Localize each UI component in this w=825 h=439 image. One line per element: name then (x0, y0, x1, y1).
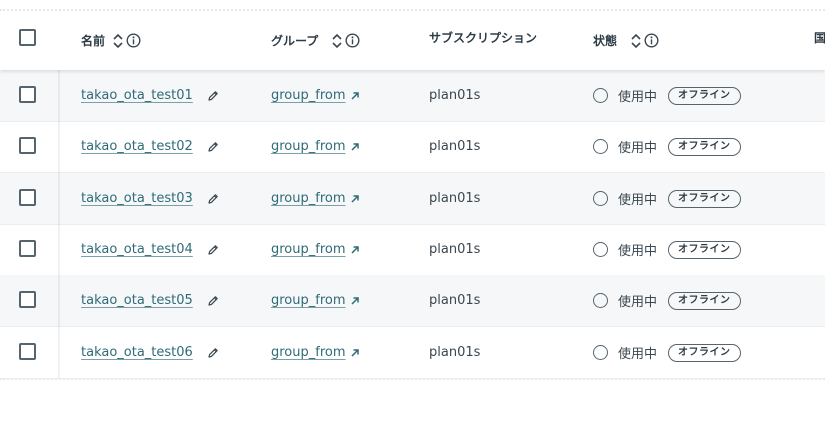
pencil-icon[interactable] (207, 347, 219, 359)
table-row[interactable]: takao_ota_test01 group_from plan01s 使用中 オフライ… (0, 70, 825, 122)
group-link[interactable]: group_from (271, 88, 346, 103)
select-all-checkbox[interactable] (19, 29, 36, 46)
group-link[interactable]: group_from (271, 293, 346, 308)
sort-icon[interactable] (113, 33, 123, 49)
row-checkbox[interactable] (19, 86, 36, 103)
connectivity-badge: オフライン (668, 343, 741, 362)
group-cell: group_from (271, 70, 360, 121)
connectivity-badge: オフライン (668, 86, 741, 105)
external-link-icon[interactable] (350, 194, 360, 204)
device-name-link[interactable]: takao_ota_test06 (81, 345, 193, 360)
subscription-cell: plan01s (429, 345, 481, 360)
subscription-cell: plan01s (429, 293, 481, 308)
connectivity-badge: オフライン (668, 291, 741, 310)
info-icon[interactable] (345, 33, 360, 48)
name-cell: takao_ota_test06 (81, 327, 219, 378)
header-group[interactable]: グループ (271, 11, 360, 70)
name-cell: takao_ota_test01 (81, 70, 219, 121)
group-link[interactable]: group_from (271, 191, 346, 206)
status-label: 使用中 (618, 90, 658, 105)
info-icon[interactable] (644, 33, 659, 48)
external-link-icon[interactable] (350, 296, 360, 306)
header-country-partial: 国 (814, 8, 825, 67)
header-subscription: サブスクリプション (429, 8, 537, 67)
status-radio-icon (593, 345, 608, 360)
group-cell: group_from (271, 224, 360, 275)
group-link[interactable]: group_from (271, 242, 346, 257)
sort-icon[interactable] (631, 33, 641, 49)
subscription-cell: plan01s (429, 242, 481, 257)
connectivity-badge: オフライン (668, 137, 741, 156)
subscription-cell: plan01s (429, 191, 481, 206)
table-bottom-divider (0, 378, 825, 380)
pencil-icon[interactable] (207, 141, 219, 153)
pencil-icon[interactable] (207, 90, 219, 102)
table-header: 名前 グループ サブスクリプション 状態 国 (0, 11, 825, 70)
device-name-link[interactable]: takao_ota_test02 (81, 139, 193, 154)
row-checkbox[interactable] (19, 240, 36, 257)
status-label: 使用中 (618, 295, 658, 310)
row-checkbox[interactable] (19, 137, 36, 154)
row-checkbox[interactable] (19, 343, 36, 360)
table-row[interactable]: takao_ota_test06 group_from plan01s 使用中 オフライ… (0, 327, 825, 379)
group-cell: group_from (271, 275, 360, 326)
status-label: 使用中 (618, 244, 658, 259)
device-name-link[interactable]: takao_ota_test04 (81, 242, 193, 257)
info-icon[interactable] (126, 33, 141, 48)
status-radio-icon (593, 88, 608, 103)
status-label: 使用中 (618, 347, 658, 362)
status-cell: 使用中 オフライン (593, 224, 741, 275)
sim-table: 名前 グループ サブスクリプション 状態 国 takao_ota_test01g… (0, 0, 825, 380)
group-cell: group_from (271, 173, 360, 224)
header-name-label: 名前 (81, 34, 106, 48)
group-cell: group_from (271, 327, 360, 378)
header-name[interactable]: 名前 (81, 11, 141, 70)
external-link-icon[interactable] (350, 348, 360, 358)
subscription-cell: plan01s (429, 88, 481, 103)
header-subscription-label: サブスクリプション (429, 31, 538, 45)
status-cell: 使用中 オフライン (593, 327, 741, 378)
group-link[interactable]: group_from (271, 139, 346, 154)
connectivity-badge: オフライン (668, 189, 741, 208)
header-country-label: 国 (814, 31, 825, 45)
external-link-icon[interactable] (350, 142, 360, 152)
external-link-icon[interactable] (350, 245, 360, 255)
status-cell: 使用中 オフライン (593, 70, 741, 121)
group-link[interactable]: group_from (271, 345, 346, 360)
status-radio-icon (593, 191, 608, 206)
row-checkbox[interactable] (19, 189, 36, 206)
table-row[interactable]: takao_ota_test02 group_from plan01s 使用中 オフライ… (0, 121, 825, 173)
header-group-label: グループ (271, 34, 319, 48)
connectivity-badge: オフライン (668, 240, 741, 259)
device-name-link[interactable]: takao_ota_test05 (81, 293, 193, 308)
name-cell: takao_ota_test03 (81, 173, 219, 224)
status-label: 使用中 (618, 141, 658, 156)
name-cell: takao_ota_test04 (81, 224, 219, 275)
sort-icon[interactable] (332, 33, 342, 49)
table-row[interactable]: takao_ota_test05 group_from plan01s 使用中 オフライ… (0, 275, 825, 327)
pencil-icon[interactable] (207, 295, 219, 307)
group-cell: group_from (271, 121, 360, 172)
status-cell: 使用中 オフライン (593, 121, 741, 172)
pencil-icon[interactable] (207, 193, 219, 205)
name-cell: takao_ota_test02 (81, 121, 219, 172)
external-link-icon[interactable] (350, 91, 360, 101)
status-label: 使用中 (618, 193, 658, 208)
status-radio-icon (593, 242, 608, 257)
name-cell: takao_ota_test05 (81, 275, 219, 326)
header-status[interactable]: 状態 (593, 11, 659, 70)
row-checkbox[interactable] (19, 291, 36, 308)
pencil-icon[interactable] (207, 244, 219, 256)
subscription-cell: plan01s (429, 139, 481, 154)
header-status-label: 状態 (593, 34, 618, 48)
device-name-link[interactable]: takao_ota_test01 (81, 88, 193, 103)
status-radio-icon (593, 293, 608, 308)
table-row[interactable]: takao_ota_test04 group_from plan01s 使用中 オフライ… (0, 224, 825, 276)
table-row[interactable]: takao_ota_test03 group_from plan01s 使用中 オフライ… (0, 173, 825, 225)
status-radio-icon (593, 139, 608, 154)
status-cell: 使用中 オフライン (593, 173, 741, 224)
device-name-link[interactable]: takao_ota_test03 (81, 191, 193, 206)
status-cell: 使用中 オフライン (593, 275, 741, 326)
